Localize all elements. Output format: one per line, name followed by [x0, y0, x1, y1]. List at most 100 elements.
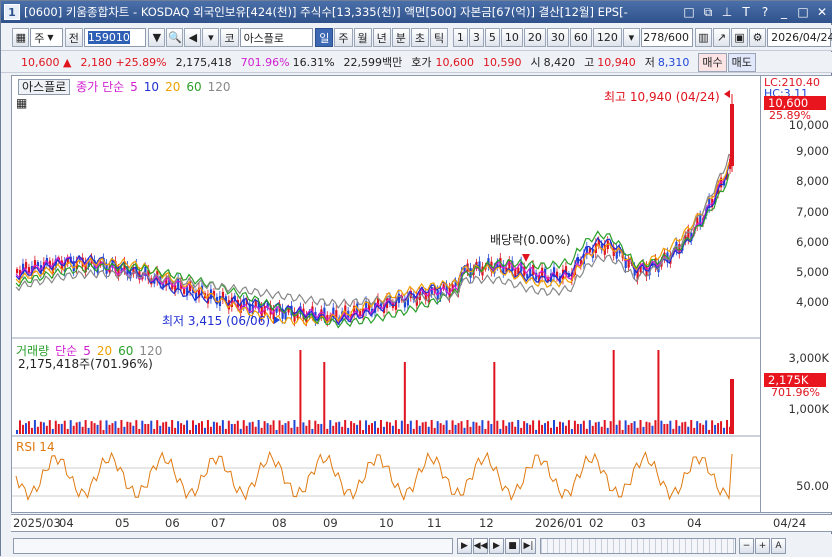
price-change-value: 2,180	[80, 55, 112, 69]
save-icon[interactable]: ▣	[731, 28, 749, 47]
minimize-icon[interactable]: _	[776, 4, 792, 20]
stock-label[interactable]: 아스플로	[18, 79, 71, 95]
help-icon[interactable]: ?	[757, 4, 773, 20]
settings-icon[interactable]: ⚙	[749, 28, 767, 47]
interval-10[interactable]: 10	[500, 28, 523, 47]
volume-bar	[284, 423, 287, 434]
count-field[interactable]: 278/600	[640, 28, 693, 47]
grid-icon[interactable]: ▦	[12, 28, 30, 47]
end-icon[interactable]: ▶|	[521, 537, 536, 554]
volume-bar	[627, 424, 630, 434]
zoom-slider[interactable]	[540, 537, 736, 554]
code-button[interactable]: 코	[220, 28, 239, 47]
interval-20[interactable]: 20	[523, 28, 546, 47]
chart-scrollbar[interactable]	[13, 537, 453, 554]
last-volume-bar	[730, 379, 734, 434]
dropdown-icon[interactable]: ▾	[202, 28, 220, 47]
interval-3[interactable]: 3	[468, 28, 484, 47]
volume-bar	[359, 420, 362, 434]
rewind-icon[interactable]: ◀◀	[473, 537, 488, 554]
volume-bar	[308, 420, 311, 434]
volume-bar	[78, 421, 81, 434]
ma120-label: 120	[207, 80, 231, 94]
speaker-icon[interactable]: ◀	[184, 28, 202, 47]
play-icon[interactable]: ▶	[489, 537, 504, 554]
volume-bar	[183, 424, 186, 434]
stop-icon[interactable]: ■	[505, 537, 520, 554]
zoom-out-icon[interactable]: −	[739, 537, 754, 554]
volume-bar	[87, 427, 90, 434]
volume-bar	[406, 423, 409, 434]
chart-canvas[interactable]: 아스플로 종가 단순 5 10 20 60 120 ▦ 최고 10,940 (04/24) …	[11, 75, 761, 513]
volume-bar	[478, 425, 481, 434]
rsi-label[interactable]: RSI 14	[16, 440, 55, 454]
tab-month[interactable]: 월	[353, 28, 372, 47]
volume-bar	[174, 427, 177, 434]
interval-120[interactable]: 120	[592, 28, 622, 47]
price-change: 2,180 +25.89%	[80, 56, 166, 69]
tab-day[interactable]: 일	[315, 28, 334, 47]
pin-icon[interactable]: ⊥	[719, 4, 735, 20]
volume-bar	[487, 420, 490, 434]
volume-bar	[218, 425, 221, 434]
chart-grid-icon[interactable]: ▦	[16, 96, 27, 110]
chart-type-icon[interactable]: ▥	[694, 28, 712, 47]
volume-bar	[150, 420, 153, 434]
y-tick-9000: 9,000	[796, 144, 829, 158]
volume-bar	[368, 424, 371, 434]
bid-label: 호가	[411, 56, 432, 69]
volume-bar	[239, 428, 242, 434]
tab-year[interactable]: 년	[372, 28, 391, 47]
tab-tick[interactable]: 틱	[430, 28, 449, 47]
zoom-in-icon[interactable]: +	[755, 537, 770, 554]
tab-minute[interactable]: 분	[391, 28, 410, 47]
volume-bar	[129, 422, 132, 434]
maximize-icon[interactable]: □	[795, 4, 811, 20]
draw-tool-icon[interactable]: ↗	[712, 28, 731, 47]
time-label: 05	[115, 516, 130, 530]
range-button[interactable]: 전	[64, 28, 83, 47]
window-title: [0600] 키움종합차트 - KOSDAQ 외국인보유[424(천)] 주식수…	[24, 5, 628, 19]
interval-30[interactable]: 30	[546, 28, 569, 47]
volume-bar	[195, 424, 197, 434]
interval-1[interactable]: 1	[452, 28, 468, 47]
buy-button[interactable]: 매수	[698, 52, 727, 72]
autoscale-icon[interactable]: A	[771, 537, 786, 554]
date-field[interactable]: 2026/04/24	[767, 28, 832, 47]
period-type-select[interactable]: 주 ▼	[30, 28, 63, 47]
search-icon[interactable]: 🔍	[166, 28, 184, 47]
trade-amount: 22,599백만	[343, 56, 403, 69]
dropdown-icon[interactable]: ▼	[148, 28, 166, 47]
volume-bar	[693, 427, 696, 434]
volume-bar	[442, 424, 445, 434]
ma10-line	[15, 164, 730, 326]
dropdown-icon[interactable]: ▾	[622, 28, 640, 47]
scroll-right-icon[interactable]: ▶	[457, 537, 472, 554]
close-icon[interactable]: ✕	[814, 4, 830, 20]
layout-icon[interactable]: ⧉	[700, 4, 716, 20]
volume-bar	[299, 350, 302, 434]
tab-second[interactable]: 초	[410, 28, 430, 47]
interval-60[interactable]: 60	[569, 28, 592, 47]
interval-5[interactable]: 5	[484, 28, 500, 47]
volume-bar	[156, 420, 159, 434]
volume-bar	[523, 421, 526, 434]
volume-bar	[400, 420, 403, 434]
volume-bar	[490, 423, 493, 434]
volume-bar	[385, 421, 388, 434]
volume-bar	[606, 427, 609, 434]
volume-bar	[529, 424, 532, 434]
window-number-icon[interactable]: 1	[4, 4, 20, 20]
stock-code-input[interactable]: 159010	[83, 28, 147, 47]
volume-bar	[341, 426, 344, 434]
text-icon[interactable]: T	[738, 4, 754, 20]
volume-bar	[720, 421, 723, 434]
tab-week[interactable]: 주	[334, 28, 353, 47]
sell-button[interactable]: 매도	[727, 52, 756, 72]
volume-bar	[541, 424, 544, 434]
volume-bar	[382, 426, 385, 434]
volume-bar	[484, 428, 487, 434]
volume-bar	[463, 427, 466, 434]
stock-name-field[interactable]: 아스플로	[239, 28, 314, 47]
restore-icon[interactable]: □	[681, 4, 697, 20]
